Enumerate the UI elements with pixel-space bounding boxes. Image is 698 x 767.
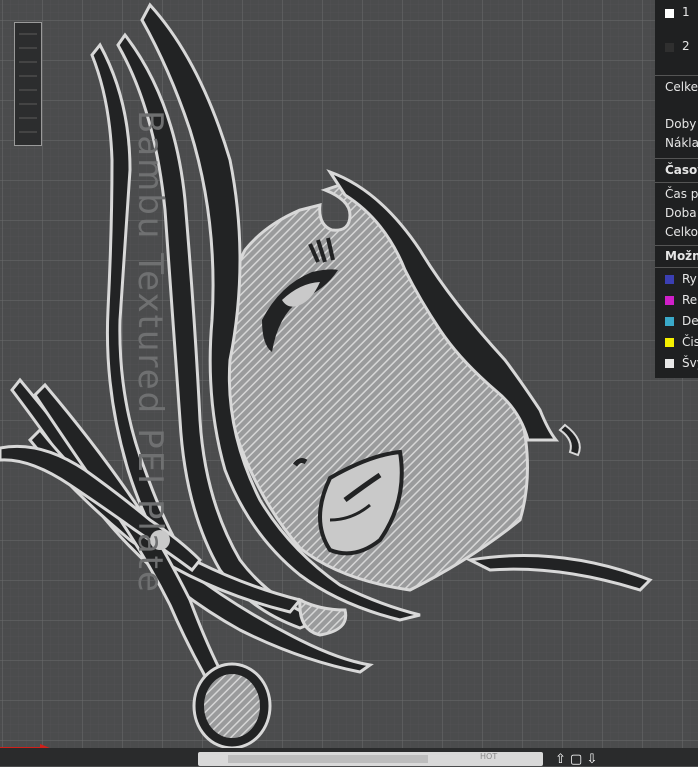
summary-cost: Nákla	[665, 136, 698, 150]
option-label-4: Čis	[682, 335, 698, 349]
box-icon[interactable]: ▢	[570, 752, 582, 767]
time-row-3: Celko	[665, 225, 698, 239]
arrow-up-icon[interactable]: ⇧	[555, 752, 566, 767]
build-plate-grid	[0, 0, 698, 766]
layer-slider[interactable]	[14, 22, 42, 146]
mode-label: HOT	[480, 752, 498, 761]
slice-stats-panel: 1 2 Celke Doby Nákla Časov Čas p Doba Ce…	[655, 0, 698, 378]
plate-label: Bambu Textured PEI Plate	[130, 110, 170, 594]
option-label-3: De	[682, 314, 698, 328]
summary-total: Celke	[665, 80, 698, 94]
filament-1-index: 1	[682, 5, 690, 19]
filament-1-swatch	[665, 9, 674, 18]
view-controls[interactable]: ⇧ ▢ ⇩	[555, 752, 597, 767]
time-section-title: Časov	[665, 163, 698, 177]
option-swatch-5	[665, 359, 674, 368]
summary-time: Doby	[665, 117, 697, 131]
option-swatch-4	[665, 338, 674, 347]
option-swatch-1	[665, 275, 674, 284]
filament-2-swatch	[665, 43, 674, 52]
time-row-1: Čas p	[665, 187, 698, 201]
filament-2-index: 2	[682, 39, 690, 53]
3d-viewport[interactable]: Bambu Textured PEI Plate	[0, 0, 698, 766]
option-label-5: Švy	[682, 356, 698, 370]
layer-scroll-thumb[interactable]	[228, 755, 428, 763]
option-swatch-3	[665, 317, 674, 326]
options-section-title: Možn	[665, 249, 698, 263]
option-label-2: Re	[682, 293, 698, 307]
arrow-down-icon[interactable]: ⇩	[586, 752, 597, 767]
time-row-2: Doba	[665, 206, 697, 220]
option-swatch-2	[665, 296, 674, 305]
option-label-1: Ry	[682, 272, 697, 286]
